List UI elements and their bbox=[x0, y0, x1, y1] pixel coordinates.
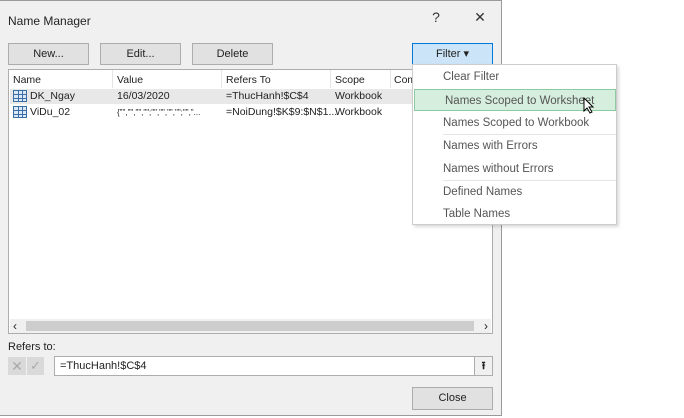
menu-item-names-without-errors[interactable]: Names without Errors bbox=[413, 158, 616, 180]
row-name: DK_Ngay bbox=[30, 90, 75, 102]
cancel-edit-icon[interactable]: ✕ bbox=[8, 357, 26, 375]
column-header-value[interactable]: Value bbox=[117, 72, 143, 88]
table-icon bbox=[13, 90, 27, 102]
scroll-left-icon[interactable]: ‹ bbox=[13, 319, 17, 333]
confirm-edit-icon[interactable]: ✓ bbox=[27, 357, 44, 375]
new-button[interactable]: New... bbox=[8, 43, 89, 65]
row-value: {"","","","";"","","","";"","... bbox=[117, 108, 201, 117]
edit-button[interactable]: Edit... bbox=[100, 43, 181, 65]
refers-to-value: =ThucHanh!$C$4 bbox=[60, 360, 147, 372]
dialog-title: Name Manager bbox=[8, 14, 91, 28]
row-scope: Workbook bbox=[335, 106, 383, 118]
row-name: ViDu_02 bbox=[30, 106, 71, 118]
menu-item-table-names[interactable]: Table Names bbox=[413, 203, 616, 225]
menu-item-names-with-errors[interactable]: Names with Errors bbox=[413, 135, 616, 157]
row-refers-to: =NoiDung!$K$9:$N$1... bbox=[226, 106, 338, 118]
delete-button[interactable]: Delete bbox=[192, 43, 273, 65]
refers-to-label: Refers to: bbox=[8, 341, 56, 353]
refers-to-input[interactable]: =ThucHanh!$C$4 ⭱ bbox=[54, 356, 493, 376]
collapse-dialog-icon[interactable]: ⭱ bbox=[474, 357, 492, 375]
row-scope: Workbook bbox=[335, 90, 383, 102]
horizontal-scrollbar[interactable]: ‹ › bbox=[10, 319, 491, 333]
scrollbar-thumb[interactable] bbox=[26, 321, 474, 331]
row-refers-to: =ThucHanh!$C$4 bbox=[226, 90, 309, 102]
filter-menu: Clear Filter Names Scoped to Worksheet N… bbox=[412, 64, 617, 225]
help-button[interactable]: ? bbox=[421, 9, 451, 25]
close-icon[interactable]: ✕ bbox=[465, 9, 495, 26]
menu-item-defined-names[interactable]: Defined Names bbox=[413, 181, 616, 203]
column-header-refers-to[interactable]: Refers To bbox=[226, 72, 271, 88]
filter-button[interactable]: Filter ▾ bbox=[412, 43, 493, 65]
row-value: 16/03/2020 bbox=[117, 90, 170, 102]
menu-item-clear-filter[interactable]: Clear Filter bbox=[413, 66, 616, 88]
scroll-right-icon[interactable]: › bbox=[484, 319, 488, 333]
menu-item-names-scoped-to-workbook[interactable]: Names Scoped to Workbook bbox=[413, 112, 616, 134]
column-header-scope[interactable]: Scope bbox=[335, 72, 365, 88]
column-header-name[interactable]: Name bbox=[13, 72, 41, 88]
close-button[interactable]: Close bbox=[412, 387, 493, 410]
table-icon bbox=[13, 106, 27, 118]
mouse-cursor-icon bbox=[583, 97, 595, 114]
